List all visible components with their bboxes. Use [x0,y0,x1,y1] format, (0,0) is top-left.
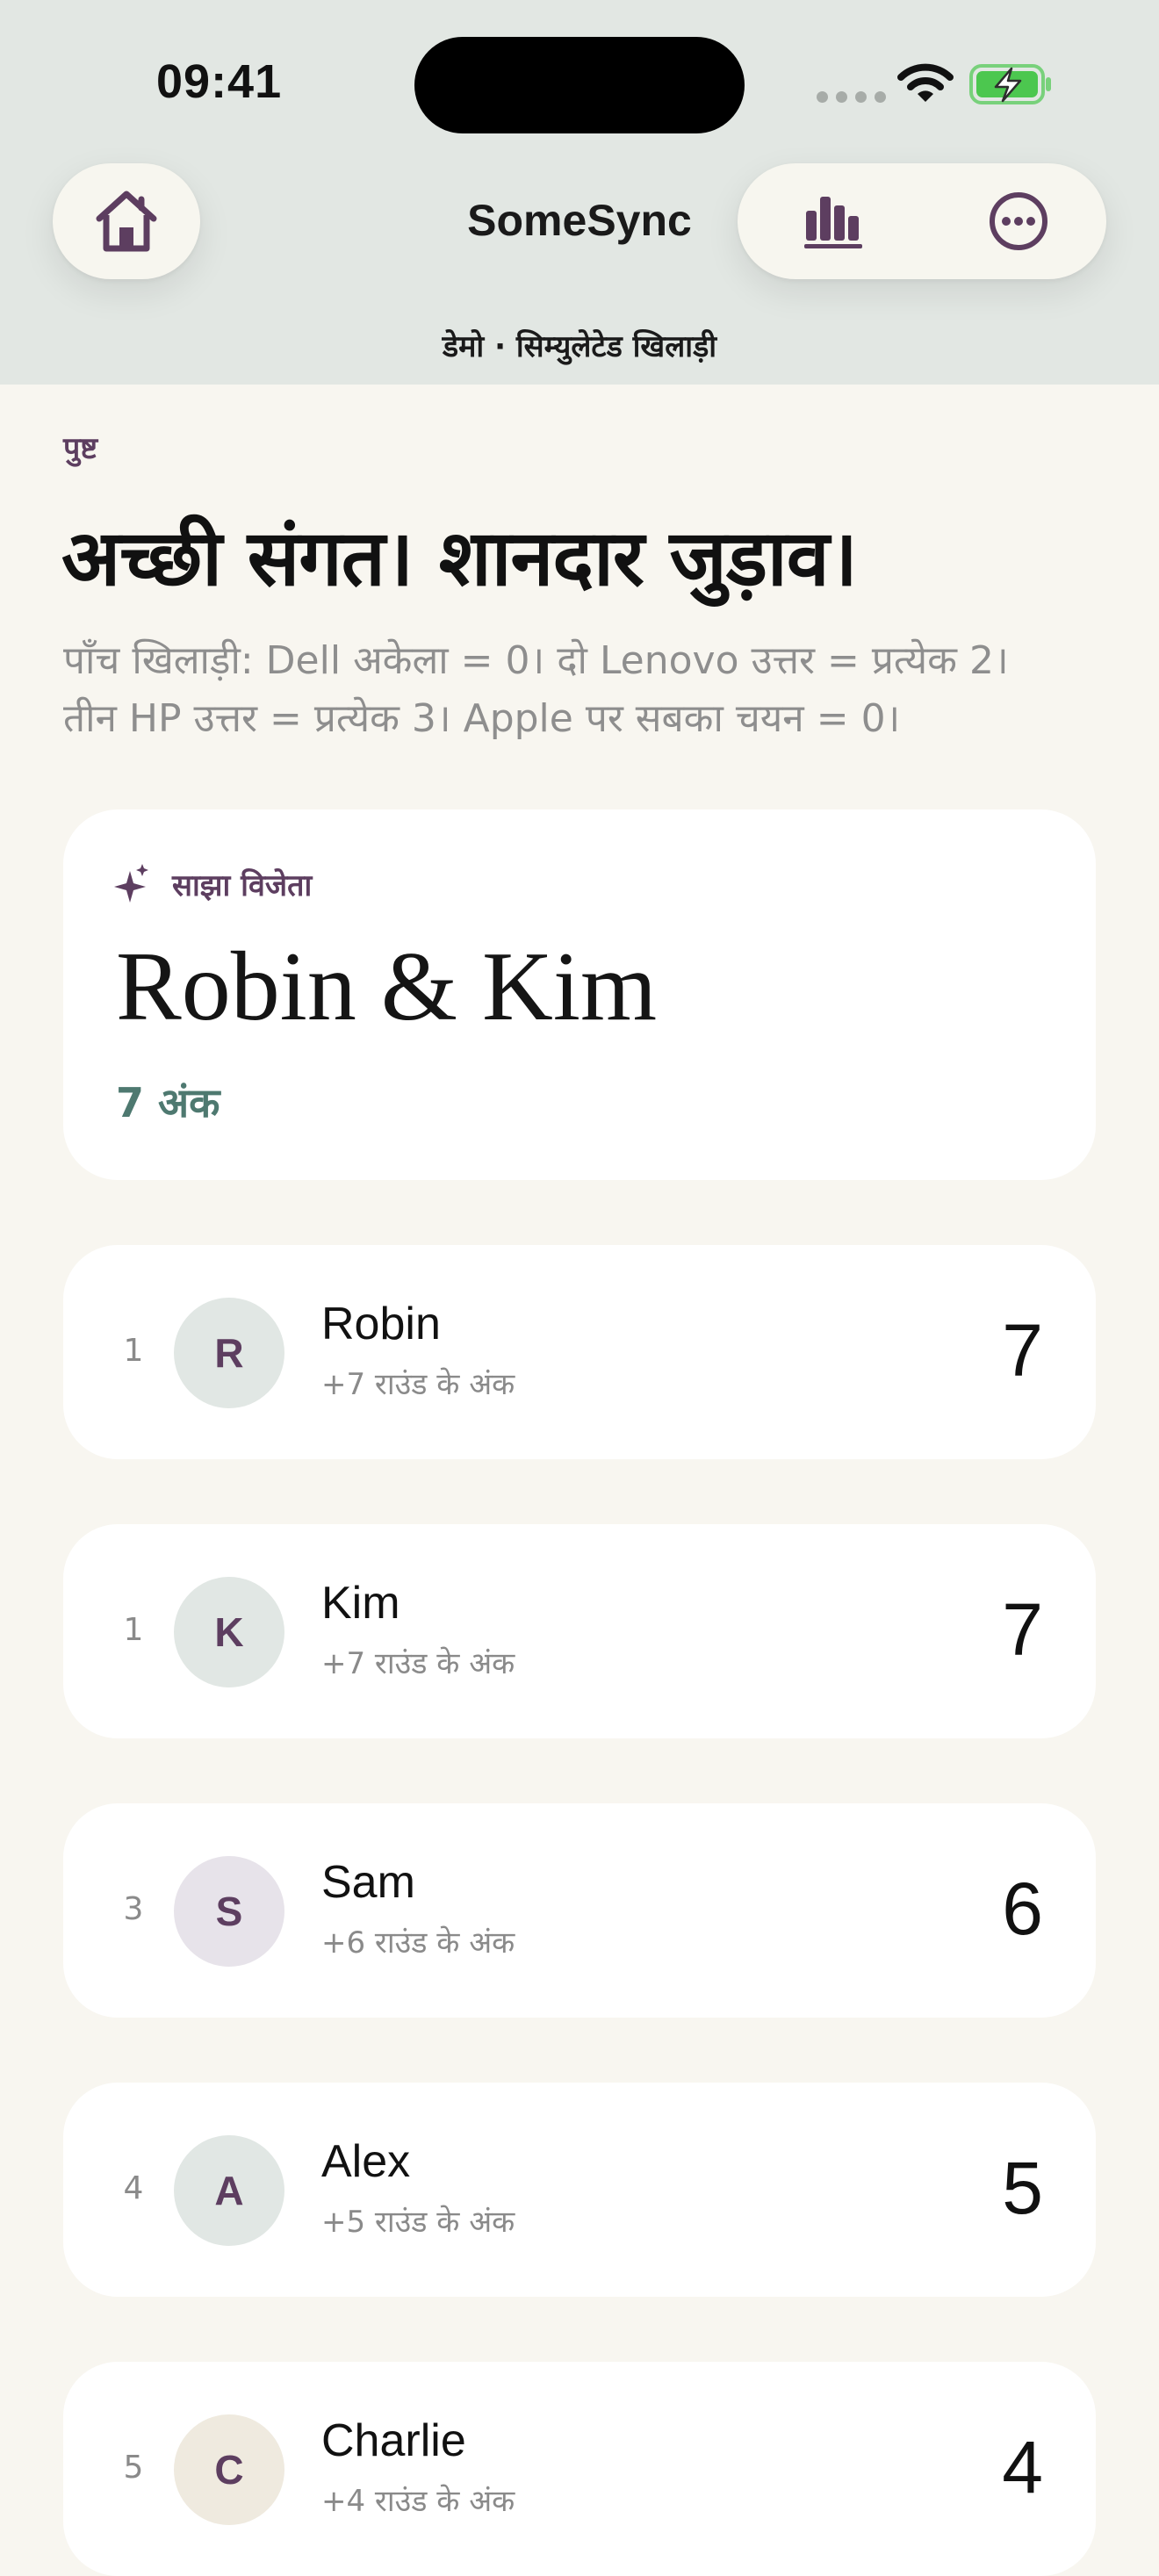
player-name: Robin [321,1299,441,1349]
player-rank: 4 [123,2170,144,2206]
player-round-points: +7 राउंड के अंक [321,1367,515,1402]
page-description: पाँच खिलाड़ी: Dell अकेला = 0। दो Lenovo … [63,632,1117,748]
player-name: Alex [321,2136,411,2187]
sparkle-icon [114,864,148,903]
nav-subtitle: डेमो · सिम्युलेटेड खिलाड़ी [442,329,717,364]
player-row[interactable]: 4 A Alex +5 राउंड के अंक 5 [63,2083,1096,2297]
player-round-points: +4 राउंड के अंक [321,2484,515,2519]
description-line: तीन HP उत्तर = प्रत्येक 3। Apple पर सबका… [63,696,901,741]
player-name: Kim [321,1578,400,1629]
player-round-points: +7 राउंड के अंक [321,1646,515,1681]
stats-button[interactable] [773,163,896,279]
avatar: R [174,1298,284,1408]
home-button[interactable] [53,163,200,279]
player-round-points: +6 राउंड के अंक [321,1925,515,1961]
bar-chart-icon [804,197,862,248]
home-icon [96,191,157,252]
avatar: C [174,2414,284,2525]
player-rank: 5 [123,2450,144,2486]
description-line: पाँच खिलाड़ी: Dell अकेला = 0। दो Lenovo … [63,638,1009,683]
dynamic-island [414,37,745,133]
player-score: 7 [1002,1309,1043,1392]
player-row[interactable]: 1 K Kim +7 राउंड के अंक 7 [63,1524,1096,1738]
winner-points: 7 अंक [116,1079,220,1126]
more-icon [990,192,1047,250]
nav-actions [738,163,1106,279]
status-time: 09:41 [156,55,283,108]
more-button[interactable] [957,163,1080,279]
player-rank: 1 [123,1612,144,1648]
winner-label: साझा विजेता [172,868,313,903]
player-round-points: +5 राउंड के अंक [321,2205,515,2240]
player-row[interactable]: 1 R Robin +7 राउंड के अंक 7 [63,1245,1096,1459]
player-rank: 3 [123,1891,144,1927]
player-row[interactable]: 5 C Charlie +4 राउंड के अंक 4 [63,2362,1096,2576]
signal-dots-icon [817,91,887,104]
avatar: S [174,1856,284,1967]
winner-names: Robin & Kim [116,932,658,1041]
app-title: SomeSync [467,196,692,245]
battery-charging-icon [969,64,1051,104]
player-name: Sam [321,1857,415,1908]
player-rank: 1 [123,1333,144,1369]
player-score: 4 [1002,2426,1043,2508]
eyebrow-label: पुष्ट [63,431,98,466]
wifi-icon [897,63,954,102]
player-score: 7 [1002,1588,1043,1671]
avatar: A [174,2135,284,2246]
page-headline: अच्छी संगत। शानदार जुड़ाव। [61,513,858,603]
player-score: 5 [1002,2147,1043,2229]
avatar: K [174,1577,284,1687]
player-row[interactable]: 3 S Sam +6 राउंड के अंक 6 [63,1803,1096,2018]
player-name: Charlie [321,2415,466,2466]
player-score: 6 [1002,1867,1043,1950]
